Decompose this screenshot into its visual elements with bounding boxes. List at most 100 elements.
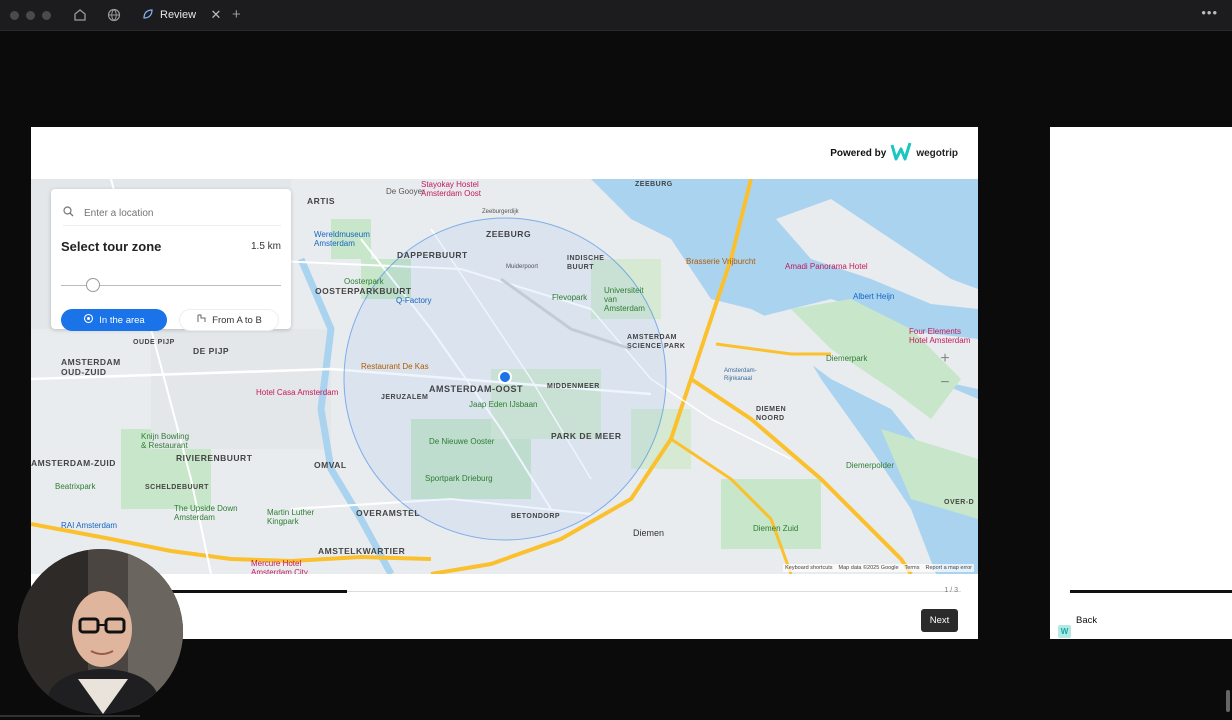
map-label: AMSTERDAM-ZUID (31, 458, 116, 468)
map-label: Mercure Hotel Amsterdam City (251, 559, 308, 574)
map-label: Restaurant De Kas (361, 362, 429, 371)
home-icon[interactable] (72, 7, 88, 23)
map-label: AMSTERDAM OUD-ZUID (61, 357, 121, 377)
terms-link[interactable]: Terms (905, 565, 920, 571)
wegotrip-badge-icon: W (1058, 625, 1071, 638)
map-label: ARTIS (307, 196, 335, 206)
map-label: Stayokay Hostel Amsterdam Oost (421, 180, 482, 198)
map-label: JERUZALEM (381, 394, 429, 401)
map-label: OUDE PIJP (133, 339, 175, 346)
map-label: BETONDORP (511, 513, 561, 520)
map-label: Diemerpark (826, 354, 868, 363)
search-icon (63, 206, 74, 220)
report-map-error-link[interactable]: Report a map error (926, 565, 972, 571)
location-search[interactable] (63, 201, 281, 226)
map-label: Hotel Casa Amsterdam (256, 388, 339, 397)
maximize-window-button[interactable] (42, 11, 51, 20)
map[interactable]: ZEEBURG DAPPERBUURT OOSTERPARKBUURT AMST… (31, 179, 978, 574)
map-label: Universiteit van Amsterdam (604, 286, 645, 313)
zone-radius: 1.5 km (250, 241, 281, 252)
zone-title: Select tour zone (61, 239, 162, 254)
map-label: Amadi Panorama Hotel (785, 262, 868, 271)
from-a-to-b-button[interactable]: From A to B (179, 309, 279, 331)
in-the-area-label: In the area (99, 314, 145, 326)
keyboard-shortcuts-link[interactable]: Keyboard shortcuts (785, 565, 832, 571)
leaf-icon (142, 8, 154, 23)
map-label: AMSTERDAM SCIENCE PARK (627, 334, 686, 350)
map-label: RIVIERENBUURT (176, 453, 253, 463)
more-options-button[interactable]: ••• (1201, 5, 1218, 20)
map-label: OOSTERPARKBUURT (315, 286, 412, 296)
map-label: Diemen Zuid (753, 524, 799, 533)
map-label: DIEMEN NOORD (756, 406, 787, 422)
map-label: AMSTELKWARTIER (318, 546, 406, 556)
map-label: Diemen (633, 528, 665, 538)
map-label: Albert Heijn (853, 292, 895, 301)
powered-by-label: Powered by (830, 148, 887, 159)
in-the-area-button[interactable]: In the area (61, 309, 167, 331)
next-button[interactable]: Next (921, 609, 958, 632)
bottom-indicator (0, 715, 140, 717)
progress-count: 1 / 3 (944, 587, 958, 594)
map-label: ZEEBURG (486, 229, 532, 239)
zoom-in-button[interactable]: + (933, 347, 957, 371)
map-label: Zeeburgerdijk (482, 209, 519, 215)
globe-icon[interactable] (106, 7, 122, 23)
map-label: Brasserie Vrijburcht (686, 257, 756, 266)
map-label: Martin Luther Kingpark (267, 508, 315, 526)
map-label: Jaap Eden IJsbaan (469, 400, 538, 409)
new-tab-button[interactable]: + (232, 6, 241, 23)
tab-label: Review (160, 9, 197, 21)
close-tab-icon[interactable]: ✕ (208, 7, 224, 23)
tab-review[interactable]: Review ✕ (134, 4, 224, 26)
map-label: Muiderpoort (506, 264, 539, 270)
map-label: Wereldmuseum Amsterdam (314, 230, 370, 248)
tour-zone-card: Powered by wegotrip ZEEBURG DAPPERBUURT … (31, 127, 978, 639)
location-input[interactable] (82, 206, 266, 220)
webcam-presenter-image (18, 549, 183, 714)
map-label: The Upside Down Amsterdam (174, 504, 238, 522)
powered-by: Powered by wegotrip (830, 141, 958, 166)
map-label: Q-Factory (396, 296, 432, 305)
map-label: De Nieuwe Ooster (429, 437, 495, 446)
minimize-window-button[interactable] (26, 11, 35, 20)
webcam-overlay (18, 549, 183, 714)
map-label: INDISCHE BUURT (567, 255, 605, 271)
map-label: OMVAL (314, 460, 347, 470)
zoom-out-button[interactable]: − (933, 371, 957, 395)
map-label: PARK DE MEER (551, 431, 622, 441)
zoom-controls: + − (933, 347, 957, 403)
map-label: Amsterdam- Rijnkanaal (724, 368, 757, 382)
map-label: DAPPERBUURT (397, 250, 468, 260)
map-label: Beatrixpark (55, 482, 96, 491)
map-label: De Gooyer (386, 187, 425, 196)
tour-zone-panel: Select tour zone 1.5 km In the area From… (51, 189, 291, 331)
map-label: Diemerpolder (846, 461, 895, 470)
center-marker-icon[interactable] (498, 370, 512, 384)
brand-name: wegotrip (916, 148, 958, 159)
map-label: Flevopark (552, 293, 588, 302)
map-label: OVER-D (944, 499, 975, 506)
map-label: DE PIJP (193, 346, 230, 356)
page-scrollbar[interactable] (1226, 690, 1230, 712)
map-attribution: Keyboard shortcuts Map data ©2025 Google… (783, 564, 974, 572)
map-label: SCHELDEBUURT (145, 484, 209, 491)
back-button[interactable]: Back (1076, 615, 1097, 626)
map-label: AMSTERDAM-OOST (429, 384, 523, 394)
map-label: Four Elements Hotel Amsterdam (909, 327, 971, 345)
map-label: MIDDENMEER (547, 383, 600, 390)
route-icon (196, 313, 207, 327)
map-label: Oosterpark (344, 277, 384, 286)
map-label: OVERAMSTEL (356, 508, 421, 518)
browser-titlebar: Review ✕ + ••• (0, 0, 1232, 31)
close-window-button[interactable] (10, 11, 19, 20)
wegotrip-logo-icon (890, 141, 912, 166)
map-label: Sportpark Drieburg (425, 474, 493, 483)
radius-slider-thumb[interactable] (86, 278, 100, 292)
map-label: ZEEBURG (635, 181, 673, 188)
next-card: W Back (1050, 127, 1232, 639)
progress-fill (1070, 590, 1232, 593)
map-label: RAI Amsterdam (61, 521, 118, 530)
map-label: Knijn Bowling & Restaurant (141, 432, 190, 450)
map-data-label: Map data ©2025 Google (838, 565, 899, 571)
